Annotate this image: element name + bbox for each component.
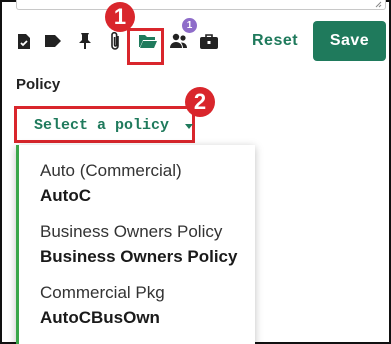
policy-option-title: Commercial Pkg [40, 283, 165, 302]
policy-option-title: Business Owners Policy [40, 222, 223, 241]
policy-select[interactable]: Select a policy [20, 110, 207, 140]
callout-number-1: 1 [105, 2, 135, 32]
notification-badge: 1 [182, 18, 197, 33]
pin-icon[interactable] [75, 30, 95, 52]
save-button[interactable]: Save [313, 21, 386, 61]
policy-option[interactable]: Commercial Pkg AutoCBusOwn [19, 282, 255, 329]
policy-option[interactable]: Auto (Commercial) AutoC [19, 160, 255, 207]
policy-select-label: Select a policy [34, 116, 170, 134]
policy-option[interactable]: Business Owners Policy Business Owners P… [19, 221, 255, 268]
policy-option-code: AutoC [40, 186, 91, 205]
document-check-icon[interactable] [14, 30, 34, 52]
policy-label: Policy [16, 76, 61, 93]
briefcase-icon[interactable] [199, 30, 219, 52]
notes-textarea[interactable] [16, 0, 386, 10]
chevron-down-icon [185, 123, 194, 129]
policy-option-code: Business Owners Policy [40, 247, 238, 266]
tag-icon[interactable] [43, 30, 63, 52]
resize-grip-icon[interactable] [375, 1, 382, 8]
callout-highlight-1 [127, 28, 164, 65]
policy-option-code: AutoCBusOwn [40, 308, 160, 327]
reset-button[interactable]: Reset [252, 32, 298, 50]
paperclip-icon[interactable] [106, 30, 126, 52]
users-icon[interactable] [169, 30, 189, 52]
policy-dropdown-menu: Auto (Commercial) AutoC Business Owners … [16, 145, 255, 344]
policy-option-title: Auto (Commercial) [40, 161, 182, 180]
window-frame: 1 1 Reset Save Policy 2 Select a policy … [0, 0, 391, 344]
